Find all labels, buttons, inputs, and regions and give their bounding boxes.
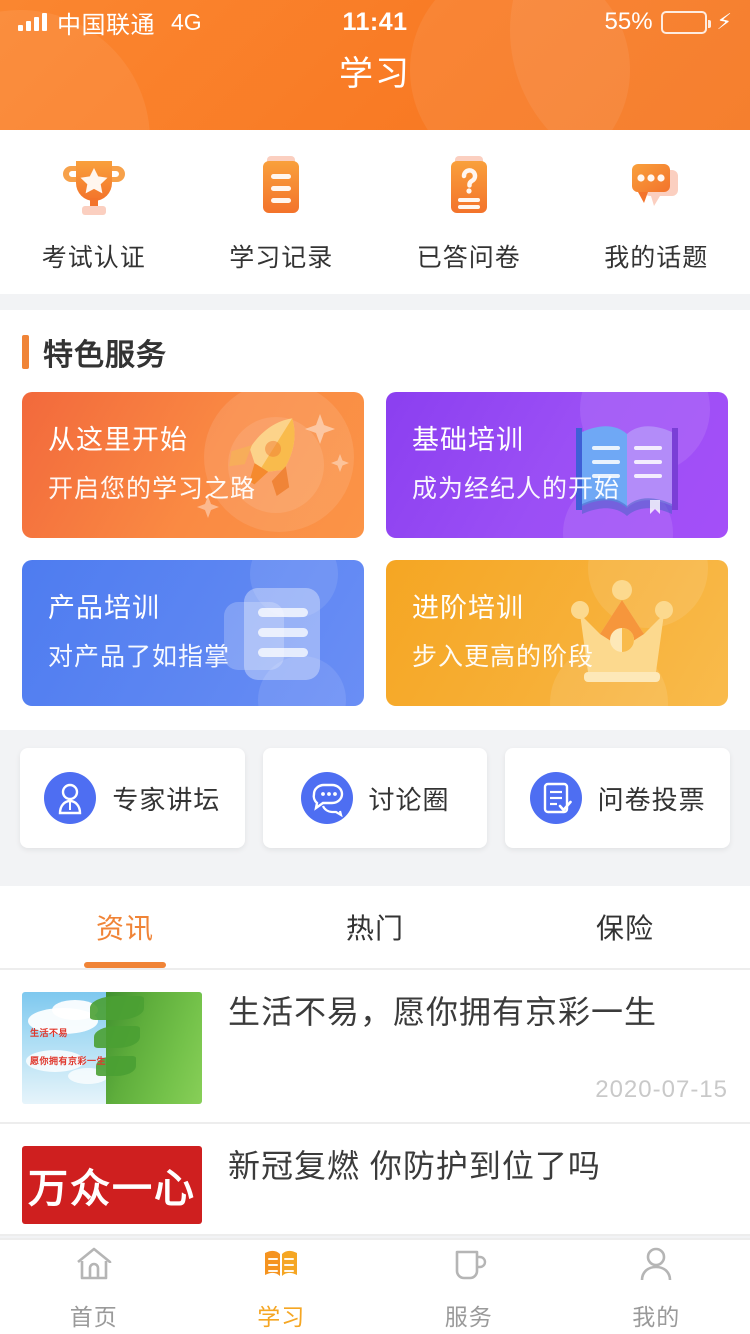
featured-card-advanced-training[interactable]: 进阶培训 步入更高的阶段 <box>386 560 728 706</box>
app-header: 中国联通 4G 11:41 55% ⚡ 学习 <box>0 0 750 130</box>
entry-card-label: 问卷投票 <box>597 784 706 815</box>
quick-action-label: 考试认证 <box>41 244 146 272</box>
entry-card-discussion[interactable]: 讨论圈 <box>262 748 488 848</box>
featured-card-title: 产品培训 <box>48 593 160 623</box>
tabbar-item-service[interactable]: 服务 <box>375 1240 563 1334</box>
featured-card-title: 从这里开始 <box>48 425 188 455</box>
quick-action-exam-cert[interactable]: 考试认证 <box>0 148 188 274</box>
quick-action-study-record[interactable]: 学习记录 <box>188 148 376 274</box>
status-bar: 中国联通 4G 11:41 55% ⚡ <box>0 0 750 44</box>
news-item-body: 新冠复燃 你防护到位了吗 <box>202 1146 728 1224</box>
featured-card-product-training[interactable]: 产品培训 对产品了如指掌 <box>22 560 364 706</box>
news-thumbnail: 生活不易 愿你拥有京彩一生 <box>22 992 202 1104</box>
section-divider-2 <box>0 870 750 886</box>
entry-card-survey-vote[interactable]: 问卷投票 <box>505 748 731 848</box>
tabbar-label: 首页 <box>69 1304 118 1330</box>
document-lines-icon <box>243 148 319 224</box>
thumbnail-overlay-text-1: 生活不易 <box>30 1028 69 1038</box>
featured-services-section: 特色服务 从这里开始 开启您的学习之路 基础培训 成为经纪人的开始 产品培训 对… <box>0 310 750 730</box>
news-item-date: 2020-07-15 <box>595 1076 728 1103</box>
charging-bolt-icon: ⚡ <box>716 9 732 34</box>
tab-hot[interactable]: 热门 <box>250 886 500 968</box>
quick-action-label: 我的话题 <box>604 244 709 272</box>
featured-card-title: 进阶培训 <box>412 593 524 623</box>
news-list-item[interactable]: 万众一心 新冠复燃 你防护到位了吗 <box>0 1124 750 1236</box>
page-title: 学习 <box>339 55 411 93</box>
quick-action-label: 学习记录 <box>229 244 334 272</box>
person-icon <box>44 772 97 824</box>
rocket-icon <box>197 414 349 518</box>
clock-label: 11:41 <box>342 7 408 36</box>
section-title: 特色服务 <box>43 339 167 372</box>
entry-card-label: 专家讲坛 <box>112 784 221 815</box>
tabbar-item-home[interactable]: 首页 <box>0 1240 188 1334</box>
tabbar-item-mine[interactable]: 我的 <box>563 1240 750 1334</box>
news-item-body: 生活不易，愿你拥有京彩一生 2020-07-15 <box>202 992 728 1104</box>
quick-action-my-topics[interactable]: 我的话题 <box>563 148 750 274</box>
section-header: 特色服务 <box>22 330 728 374</box>
app-screen: 中国联通 4G 11:41 55% ⚡ 学习 考试认证 学习记录 已答问卷 我的… <box>0 0 750 1334</box>
crown-icon <box>571 580 673 682</box>
document-question-icon <box>431 148 507 224</box>
network-type-label: 4G <box>171 8 202 35</box>
tab-news[interactable]: 资讯 <box>0 886 250 968</box>
featured-card-basic-training[interactable]: 基础培训 成为经纪人的开始 <box>386 392 728 538</box>
quick-action-label: 已答问卷 <box>416 244 521 272</box>
open-book-icon <box>576 426 678 516</box>
news-item-title: 新冠复燃 你防护到位了吗 <box>228 1148 601 1184</box>
section-accent-bar <box>22 335 29 369</box>
news-tabs: 资讯 热门 保险 <box>0 886 750 970</box>
chat-bubble-icon <box>618 148 694 224</box>
featured-card-subtitle: 成为经纪人的开始 <box>412 475 621 503</box>
tabbar-label: 学习 <box>257 1304 306 1330</box>
quick-actions-row: 考试认证 学习记录 已答问卷 我的话题 <box>0 130 750 294</box>
tab-insurance[interactable]: 保险 <box>500 886 750 968</box>
stacked-docs-icon <box>224 588 320 680</box>
tabbar-label: 我的 <box>632 1304 681 1330</box>
form-check-icon <box>529 772 582 824</box>
person-outline-icon <box>634 1242 678 1291</box>
news-list-item[interactable]: 生活不易 愿你拥有京彩一生 生活不易，愿你拥有京彩一生 2020-07-15 <box>0 970 750 1124</box>
featured-card-title: 基础培训 <box>412 425 524 455</box>
featured-card-subtitle: 开启您的学习之路 <box>48 475 257 503</box>
battery-icon <box>660 10 711 34</box>
thumbnail-overlay-text-2: 愿你拥有京彩一生 <box>30 1056 107 1066</box>
signal-bars-icon <box>18 13 47 31</box>
tabbar-label: 服务 <box>444 1304 493 1330</box>
tabbar-item-study[interactable]: 学习 <box>188 1240 376 1334</box>
quick-action-answered-survey[interactable]: 已答问卷 <box>375 148 563 274</box>
cup-icon <box>447 1242 491 1291</box>
home-icon <box>72 1242 116 1291</box>
trophy-icon <box>56 148 132 224</box>
book-icon <box>259 1242 303 1291</box>
entry-cards-row: 专家讲坛 讨论圈 问卷投票 <box>0 730 750 870</box>
news-thumbnail: 万众一心 <box>22 1146 202 1224</box>
featured-card-subtitle: 步入更高的阶段 <box>412 643 595 671</box>
section-divider <box>0 294 750 310</box>
news-list: 生活不易 愿你拥有京彩一生 生活不易，愿你拥有京彩一生 2020-07-15 万… <box>0 970 750 1236</box>
featured-card-subtitle: 对产品了如指掌 <box>48 643 231 671</box>
featured-cards-grid: 从这里开始 开启您的学习之路 基础培训 成为经纪人的开始 产品培训 对产品了如指… <box>22 392 728 706</box>
carrier-label: 中国联通 <box>57 11 155 39</box>
chat-dots-icon <box>300 772 353 824</box>
entry-card-label: 讨论圈 <box>368 784 450 815</box>
status-bar-right: 55% ⚡ <box>408 8 733 36</box>
thumbnail-overlay-text-1: 万众一心 <box>28 1166 196 1212</box>
battery-percent-label: 55% <box>604 8 653 35</box>
status-bar-left: 中国联通 4G <box>18 5 342 40</box>
news-item-title: 生活不易，愿你拥有京彩一生 <box>228 994 658 1030</box>
featured-card-start-here[interactable]: 从这里开始 开启您的学习之路 <box>22 392 364 538</box>
bottom-tab-bar: 首页 学习 服务 我的 <box>0 1238 750 1334</box>
entry-card-expert-forum[interactable]: 专家讲坛 <box>20 748 245 848</box>
